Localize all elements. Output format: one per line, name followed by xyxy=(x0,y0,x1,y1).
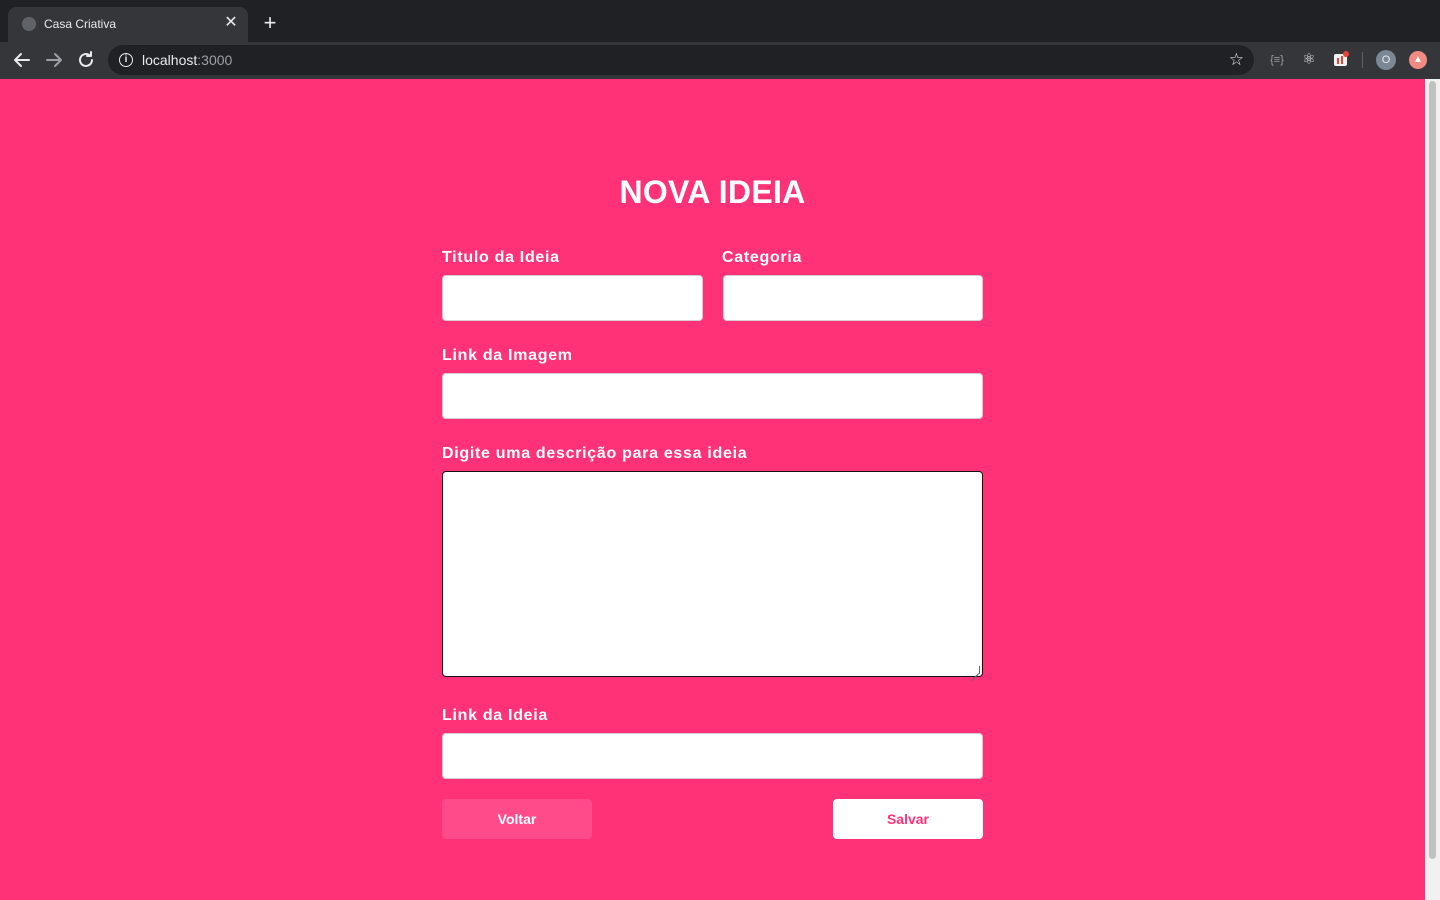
info-icon[interactable]: i xyxy=(119,53,133,67)
address-bar[interactable]: i localhost:3000 ☆ xyxy=(108,45,1254,75)
globe-icon xyxy=(22,17,36,31)
page-viewport: NOVA IDEIA Titulo da Ideia Categoria Lin… xyxy=(0,79,1425,900)
description-textarea[interactable] xyxy=(442,471,983,677)
url-host: localhost xyxy=(142,52,198,68)
url-port: :3000 xyxy=(197,52,233,68)
resize-handle-icon[interactable] xyxy=(972,666,980,674)
new-tab-button[interactable]: + xyxy=(258,12,282,36)
update-menu-icon[interactable]: ▲ xyxy=(1409,51,1427,69)
browser-toolbar: i localhost:3000 ☆ {≡} ⚛ O ▲ xyxy=(0,42,1440,79)
reload-icon[interactable] xyxy=(74,48,98,72)
bookmark-star-icon[interactable]: ☆ xyxy=(1229,50,1244,70)
description-label: Digite uma descrição para essa ideia xyxy=(442,445,748,462)
idea-link-label: Link da Ideia xyxy=(442,707,549,724)
back-arrow-icon[interactable] xyxy=(10,48,34,72)
page-title: NOVA IDEIA xyxy=(619,174,806,210)
image-link-label: Link da Imagem xyxy=(442,347,573,364)
tab-strip: Casa Criativa ✕ + xyxy=(0,0,1440,42)
json-viewer-extension-icon[interactable]: {≡} xyxy=(1268,51,1286,69)
profile-avatar[interactable]: O xyxy=(1376,50,1396,70)
close-tab-icon[interactable]: ✕ xyxy=(222,14,240,32)
category-label: Categoria xyxy=(722,249,803,266)
tab-title: Casa Criativa xyxy=(44,17,117,31)
forward-arrow-icon[interactable] xyxy=(42,48,66,72)
category-input[interactable] xyxy=(723,275,983,321)
idea-title-input[interactable] xyxy=(442,275,703,321)
idea-link-input[interactable] xyxy=(442,733,983,779)
url-text: localhost:3000 xyxy=(142,52,232,68)
browser-tab[interactable]: Casa Criativa ✕ xyxy=(8,7,248,42)
vertical-scrollbar[interactable] xyxy=(1425,79,1440,900)
toolbar-separator xyxy=(1362,52,1363,68)
idea-title-label: Titulo da Ideia xyxy=(442,249,560,266)
back-button[interactable]: Voltar xyxy=(442,799,592,839)
image-link-input[interactable] xyxy=(442,373,983,419)
save-button[interactable]: Salvar xyxy=(833,799,983,839)
react-devtools-icon[interactable]: ⚛ xyxy=(1300,51,1318,69)
extension-badge-icon[interactable] xyxy=(1332,51,1350,69)
scrollbar-thumb[interactable] xyxy=(1429,81,1436,859)
